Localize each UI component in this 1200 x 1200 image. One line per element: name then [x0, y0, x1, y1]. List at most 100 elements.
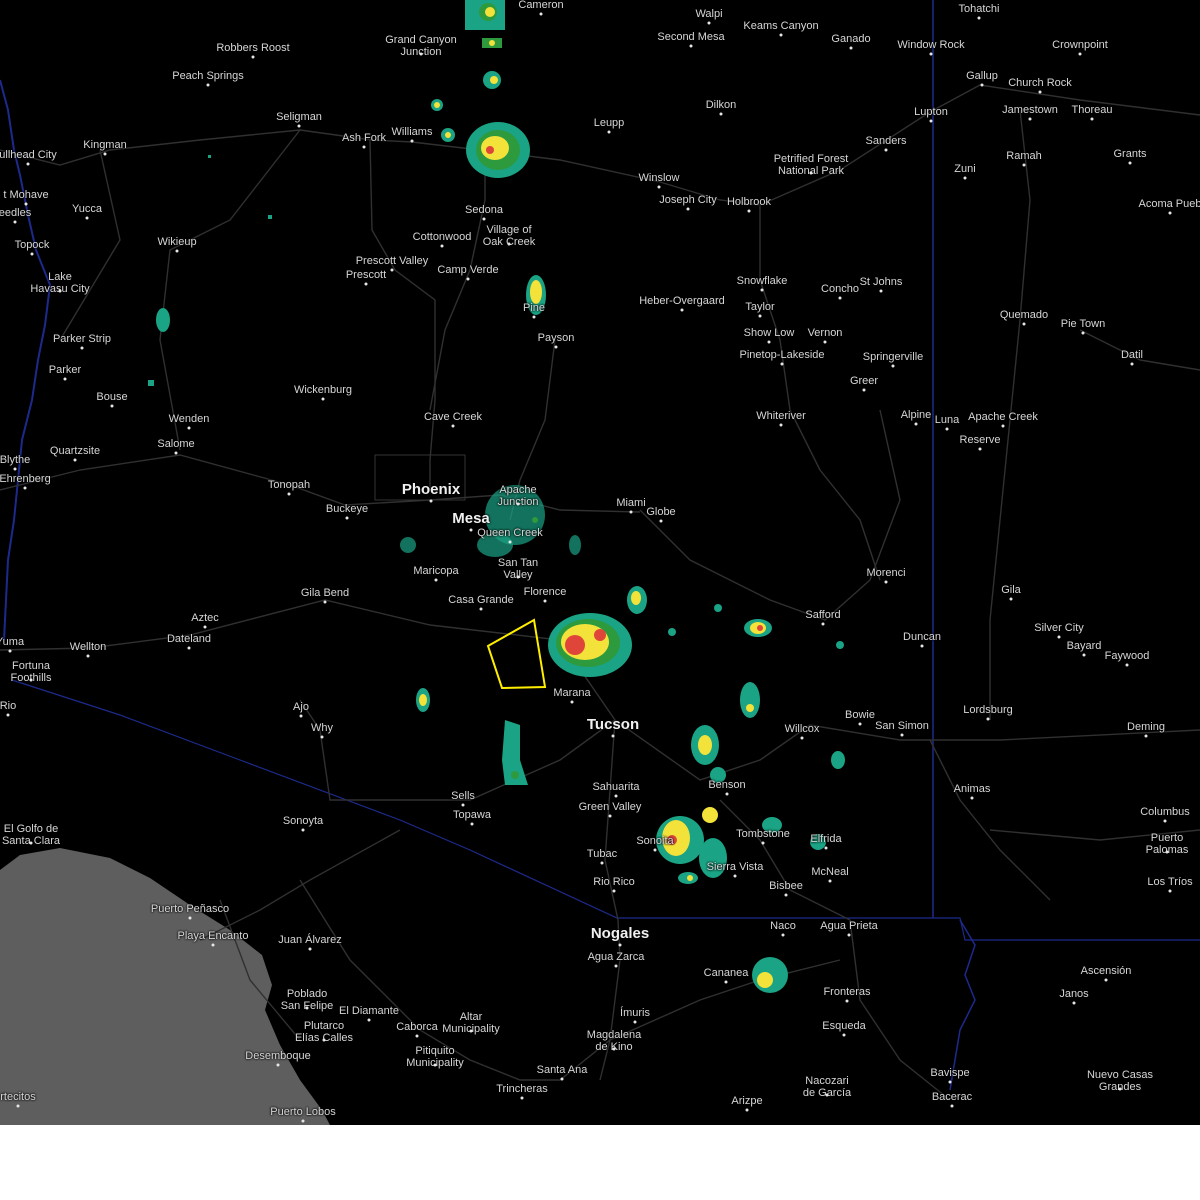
city-label-springerville: Springerville	[862, 351, 924, 363]
city-dot-puerto-penasco	[188, 916, 192, 920]
city-label-why: Why	[311, 722, 333, 734]
city-label-cave-creek: Cave Creek	[423, 411, 483, 423]
city-dot-church-rock	[1038, 90, 1042, 94]
city-dot-tohatchi	[977, 16, 981, 20]
city-dot-queen-creek	[508, 540, 512, 544]
city-label-agua-zarca: Agua Zarca	[587, 951, 645, 963]
city-label-nogales: Nogales	[590, 925, 650, 942]
city-dot-quemado	[1022, 322, 1026, 326]
city-label-thoreau: Thoreau	[1071, 104, 1113, 116]
city-label-sonoyta: Sonoyta	[282, 815, 324, 827]
city-label-agua-prieta: Agua Prieta	[820, 920, 878, 932]
city-dot-agua-prieta	[847, 933, 851, 937]
city-dot-faywood	[1125, 663, 1129, 667]
city-dot-topock	[30, 252, 34, 256]
city-label-acoma-pueblo: Acoma Pueb	[1138, 198, 1200, 210]
city-label-crownpoint: Crownpoint	[1052, 39, 1108, 51]
city-dot-willcox	[800, 736, 804, 740]
city-label-robbers-roost: Robbers Roost	[216, 42, 290, 54]
city-dot-kingman	[103, 152, 107, 156]
city-dot-heber-overgaard	[680, 308, 684, 312]
city-dot-acoma-pueblo	[1168, 211, 1172, 215]
city-dot-marana	[570, 700, 574, 704]
city-label-gila-bend: Gila Bend	[300, 587, 350, 599]
city-label-faywood: Faywood	[1104, 650, 1150, 662]
city-label-church-rock: Church Rock	[1008, 77, 1072, 89]
city-label-puertecitos: rtecitos	[0, 1091, 36, 1103]
city-dot-joseph-city	[686, 207, 690, 211]
city-label-leupp: Leupp	[593, 117, 625, 129]
city-label-yucca: Yucca	[72, 203, 102, 215]
city-dot-topawa	[470, 822, 474, 826]
city-dot-sanders	[884, 148, 888, 152]
city-label-miami: Miami	[616, 497, 646, 509]
city-label-ramah: Ramah	[1006, 150, 1042, 162]
city-dot-bowie	[858, 722, 862, 726]
city-dot-gila-bend	[323, 600, 327, 604]
city-label-janos: Janos	[1059, 988, 1089, 1000]
city-dot-apache-junction	[516, 502, 520, 506]
city-dot-deming	[1144, 734, 1148, 738]
city-dot-arizpe	[745, 1108, 749, 1112]
city-dot-florence	[543, 599, 547, 603]
city-dot-bayard	[1082, 653, 1086, 657]
city-label-columbus: Columbus	[1140, 806, 1190, 818]
city-dot-cave-creek	[451, 424, 455, 428]
city-dot-ash-fork	[362, 145, 366, 149]
city-label-alpine: Alpine	[900, 409, 932, 421]
city-dot-cottonwood	[440, 244, 444, 248]
city-dot-yucca	[85, 216, 89, 220]
city-dot-caborca	[415, 1034, 419, 1038]
city-dot-sedona	[482, 217, 486, 221]
city-label-zuni: Zuni	[954, 163, 976, 175]
city-label-sonoita: Sonoita	[636, 835, 674, 847]
city-dot-taylor	[758, 314, 762, 318]
city-dot-duncan	[920, 644, 924, 648]
city-label-salome: Salome	[157, 438, 195, 450]
city-label-sanders: Sanders	[865, 135, 907, 147]
city-dot-miami	[629, 510, 633, 514]
city-label-phoenix: Phoenix	[401, 481, 461, 498]
city-label-naco: Naco	[770, 920, 796, 932]
city-dot-silver-city	[1057, 635, 1061, 639]
city-dot-rio-rico	[612, 889, 616, 893]
city-label-cameron: Cameron	[518, 0, 564, 11]
city-label-mcneal: McNeal	[811, 866, 849, 878]
city-label-quartzsite: Quartzsite	[49, 445, 101, 457]
city-label-grants: Grants	[1113, 148, 1147, 160]
city-label-williams: Williams	[391, 126, 433, 138]
city-label-desemboque: Desemboque	[245, 1050, 311, 1062]
city-dot-leupp	[607, 130, 611, 134]
city-dot-nacozari	[825, 1093, 829, 1097]
city-dot-wellton	[86, 654, 90, 658]
city-label-prescott: Prescott	[345, 269, 387, 281]
city-dot-dilkon	[719, 112, 723, 116]
city-label-dilkon: Dilkon	[705, 99, 737, 111]
city-dot-sahuarita	[614, 794, 618, 798]
city-dot-casa-grande	[479, 607, 483, 611]
city-dot-columbus	[1163, 819, 1167, 823]
city-dot-desemboque	[276, 1063, 280, 1067]
radar-map[interactable]: Cameron Walpi Second Mesa Keams Canyon Tohat…	[0, 0, 1200, 1125]
city-label-imuris: Ímuris	[620, 1007, 650, 1019]
city-dot-crownpoint	[1078, 52, 1082, 56]
city-dot-gallup	[980, 83, 984, 87]
city-dot-williams	[410, 139, 414, 143]
city-label-quemado: Quemado	[999, 309, 1049, 321]
city-dot-nogales	[618, 943, 622, 947]
city-label-san-simon: San Simon	[875, 720, 929, 732]
city-dot-village-of-oak-creek	[507, 242, 511, 246]
city-dot-lake-havasu-city	[58, 289, 62, 293]
city-label-gila: Gila	[1001, 584, 1021, 596]
city-dot-wenden	[187, 426, 191, 430]
city-dot-plutarco-elias-calles	[322, 1038, 326, 1042]
city-label-trincheras: Trincheras	[496, 1083, 548, 1095]
city-dot-walpi	[707, 21, 711, 25]
city-dot-parker	[63, 377, 67, 381]
city-label-pine: Pine	[522, 302, 546, 314]
city-label-esqueda: Esqueda	[822, 1020, 866, 1032]
city-dot-springerville	[891, 364, 895, 368]
city-dot-ganado	[849, 46, 853, 50]
city-label-ganado: Ganado	[831, 33, 871, 45]
city-dot-show-low	[767, 340, 771, 344]
